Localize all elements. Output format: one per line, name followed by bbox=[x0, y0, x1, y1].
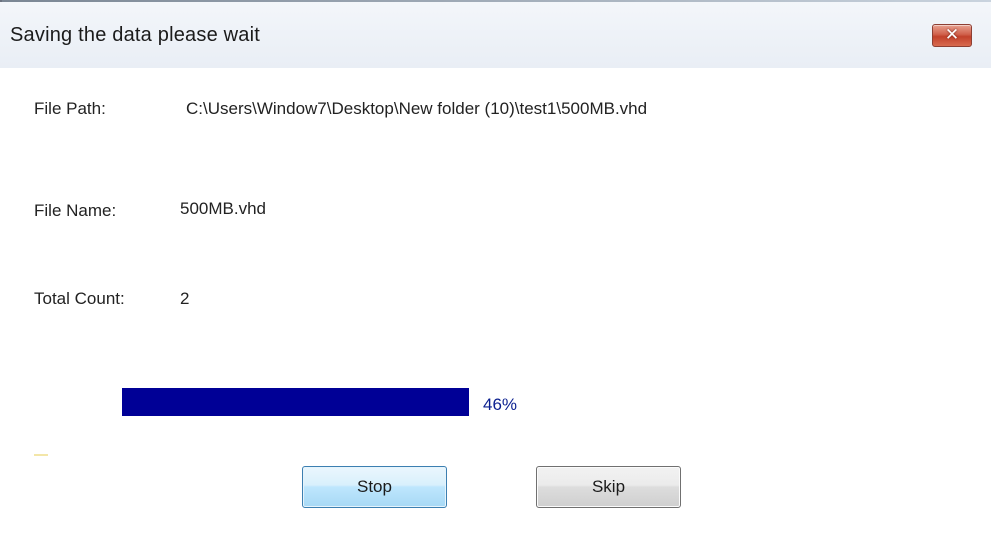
stop-button-label: Stop bbox=[357, 477, 392, 496]
stop-button[interactable]: Stop bbox=[302, 466, 447, 508]
saving-dialog: Saving the data please wait ✕ File Path:… bbox=[0, 0, 991, 541]
file-path-label: File Path: bbox=[34, 99, 106, 118]
total-count-label: Total Count: bbox=[34, 289, 125, 308]
total-count-value: 2 bbox=[180, 289, 190, 308]
file-name-value: 500MB.vhd bbox=[180, 199, 266, 218]
title-bar[interactable]: Saving the data please wait ✕ bbox=[0, 2, 991, 68]
skip-button[interactable]: Skip bbox=[536, 466, 681, 508]
decorative-mark bbox=[34, 454, 48, 456]
progress-bar-fill bbox=[122, 388, 469, 416]
file-path-value: C:\Users\Window7\Desktop\New folder (10)… bbox=[186, 99, 648, 118]
window-title: Saving the data please wait bbox=[10, 24, 261, 46]
progress-bar bbox=[122, 388, 469, 416]
file-name-label: File Name: bbox=[34, 201, 117, 220]
close-button[interactable]: ✕ bbox=[932, 24, 972, 47]
close-icon: ✕ bbox=[944, 25, 960, 45]
skip-button-label: Skip bbox=[591, 477, 626, 496]
progress-percent: 46% bbox=[483, 395, 518, 414]
dialog-content: File Path: C:\Users\Window7\Desktop\New … bbox=[0, 68, 991, 541]
